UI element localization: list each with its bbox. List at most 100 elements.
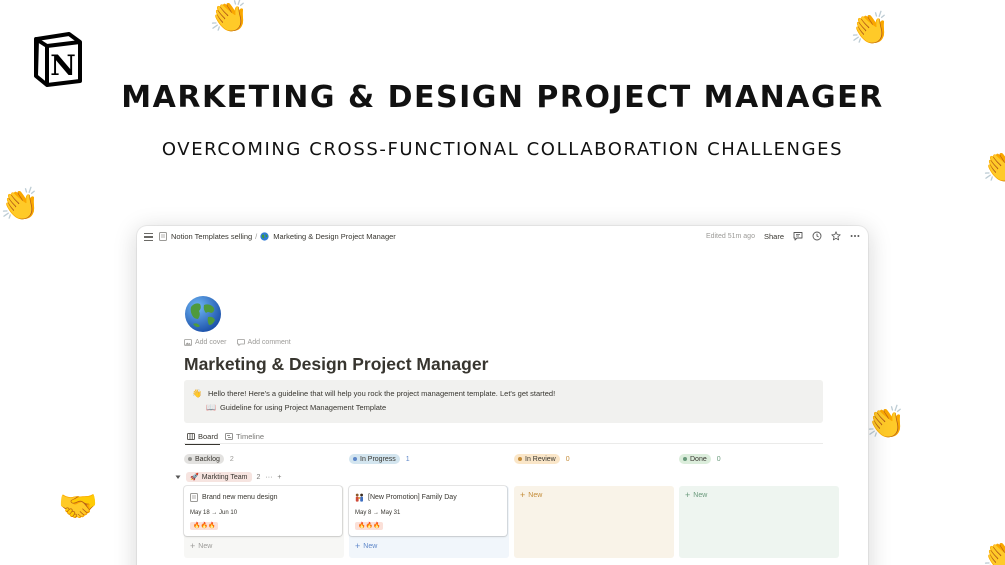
- priority-tag: 🔥🔥🔥: [190, 522, 219, 530]
- waving-hand-icon: 👋: [192, 389, 202, 398]
- card-title: [New Promotion] Family Day: [368, 494, 457, 501]
- add-cover-label: Add cover: [195, 339, 227, 346]
- callout-text: Hello there! Here's a guideline that wil…: [207, 389, 556, 398]
- callout-block[interactable]: 👋 Hello there! Here's a guideline that w…: [184, 380, 823, 423]
- timeline-icon: [225, 433, 233, 440]
- new-card-label: New: [363, 543, 378, 550]
- status-dot: [353, 457, 357, 461]
- tab-timeline-label: Timeline: [236, 432, 265, 441]
- column-header-in-review[interactable]: In Review 0: [514, 452, 674, 466]
- page-actions: Add cover Add comment: [184, 339, 291, 346]
- topbar: Notion Templates selling / Marketing & D…: [137, 226, 868, 248]
- column-count: 0: [716, 455, 721, 463]
- column-count: 0: [565, 455, 570, 463]
- breadcrumb-page[interactable]: Marketing & Design Project Manager: [273, 232, 396, 241]
- card-date: May 18 → Jun 10: [190, 510, 238, 516]
- column-done: + New: [679, 486, 839, 558]
- tab-board[interactable]: Board: [184, 432, 221, 445]
- logo-letter: N: [50, 49, 76, 82]
- status-pill-in-review: In Review: [514, 454, 560, 464]
- card-title: Brand new menu design: [202, 494, 278, 501]
- callout-text-row: 👋 Hello there! Here's a guideline that w…: [192, 389, 555, 398]
- rocket-icon: 🚀: [190, 473, 199, 481]
- group-label: Markting Team: [201, 473, 248, 481]
- plus-icon: +: [355, 541, 361, 551]
- column-backlog: Brand new menu design May 18 → Jun 10 🔥🔥…: [184, 486, 344, 558]
- handshake-emoji: 🤝: [58, 487, 98, 525]
- caret-down-icon[interactable]: [175, 474, 181, 480]
- column-count: 2: [229, 455, 234, 463]
- breadcrumb-workspace[interactable]: Notion Templates selling: [171, 232, 252, 241]
- hero-title: MARKETING & DESIGN PROJECT MANAGER: [121, 80, 884, 115]
- new-card-label: New: [528, 492, 543, 499]
- edited-status: Edited 51m ago: [705, 232, 755, 240]
- family-icon: [355, 493, 363, 502]
- card[interactable]: Brand new menu design May 18 → Jun 10 🔥🔥…: [184, 486, 342, 536]
- new-card-label: New: [693, 492, 708, 499]
- breadcrumb: Notion Templates selling / Marketing & D…: [159, 232, 396, 241]
- new-card-label: New: [198, 543, 213, 550]
- column-label: In Review: [525, 455, 556, 463]
- new-card-button[interactable]: + New: [190, 541, 213, 551]
- column-count: 1: [405, 455, 410, 463]
- tab-board-label: Board: [198, 432, 219, 441]
- notion-logo: N: [34, 32, 82, 87]
- clapping-hands-emoji: 👏: [850, 9, 890, 47]
- column-label: Backlog: [195, 455, 220, 463]
- clapping-hands-emoji: 👏: [982, 147, 1005, 185]
- card-title-row: Brand new menu design: [190, 493, 278, 502]
- more-icon[interactable]: [850, 231, 860, 241]
- comment-icon: [236, 339, 245, 346]
- status-dot: [188, 457, 192, 461]
- tab-timeline[interactable]: Timeline: [225, 432, 264, 441]
- column-header-done[interactable]: Done 0: [679, 452, 839, 466]
- status-pill-done: Done: [679, 454, 711, 464]
- plus-icon: +: [520, 490, 526, 500]
- new-card-button[interactable]: + New: [685, 490, 708, 500]
- card-date: May 8 → May 31: [355, 510, 401, 516]
- share-button[interactable]: Share: [764, 232, 784, 241]
- group-header[interactable]: 🚀 Markting Team 2 ··· +: [175, 472, 282, 482]
- new-card-button[interactable]: + New: [355, 541, 378, 551]
- column-in-review: + New: [514, 486, 674, 558]
- card-title-row: [New Promotion] Family Day: [355, 493, 457, 502]
- globe-icon: [260, 232, 269, 241]
- status-pill-backlog: Backlog: [184, 454, 224, 464]
- board-icon: [187, 433, 195, 440]
- globe-page-icon[interactable]: [184, 295, 222, 333]
- star-icon[interactable]: [831, 231, 841, 241]
- page-icon: [159, 232, 167, 241]
- image-icon: [184, 339, 192, 346]
- group-add-icon[interactable]: +: [277, 474, 281, 481]
- new-card-button[interactable]: + New: [520, 490, 543, 500]
- plus-icon: +: [190, 541, 196, 551]
- add-cover-button[interactable]: Add cover: [184, 339, 227, 346]
- comment-icon[interactable]: [793, 231, 803, 241]
- group-count: 2: [256, 473, 261, 481]
- document-icon: [190, 493, 198, 502]
- clapping-hands-emoji: 👏: [982, 537, 1005, 565]
- notion-window: Notion Templates selling / Marketing & D…: [137, 226, 868, 565]
- column-header-backlog[interactable]: Backlog 2: [184, 452, 344, 466]
- add-comment-button[interactable]: Add comment: [236, 339, 291, 346]
- clapping-hands-emoji: 👏: [0, 185, 40, 223]
- view-tabs: Board Timeline: [184, 430, 823, 445]
- priority-tag: 🔥🔥🔥: [355, 522, 384, 530]
- plus-icon: +: [685, 490, 691, 500]
- sidebar-menu-icon[interactable]: [144, 233, 153, 241]
- column-label: In Progress: [360, 455, 396, 463]
- clapping-hands-emoji: 👏: [209, 0, 249, 35]
- column-in-progress: [New Promotion] Family Day May 8 → May 3…: [349, 486, 509, 558]
- column-label: Done: [690, 455, 707, 463]
- status-pill-in-progress: In Progress: [349, 454, 400, 464]
- hero-subtitle: OVERCOMING CROSS-FUNCTIONAL COLLABORATIO…: [161, 139, 844, 160]
- guideline-link[interactable]: 📖 Guideline for using Project Management…: [206, 403, 386, 412]
- add-comment-label: Add comment: [247, 339, 291, 346]
- group-more-icon[interactable]: ···: [265, 474, 272, 481]
- column-header-in-progress[interactable]: In Progress 1: [349, 452, 509, 466]
- status-dot: [683, 457, 687, 461]
- book-icon: 📖: [206, 403, 216, 412]
- card[interactable]: [New Promotion] Family Day May 8 → May 3…: [349, 486, 507, 536]
- clock-icon[interactable]: [812, 231, 822, 241]
- page-title[interactable]: Marketing & Design Project Manager: [184, 354, 488, 375]
